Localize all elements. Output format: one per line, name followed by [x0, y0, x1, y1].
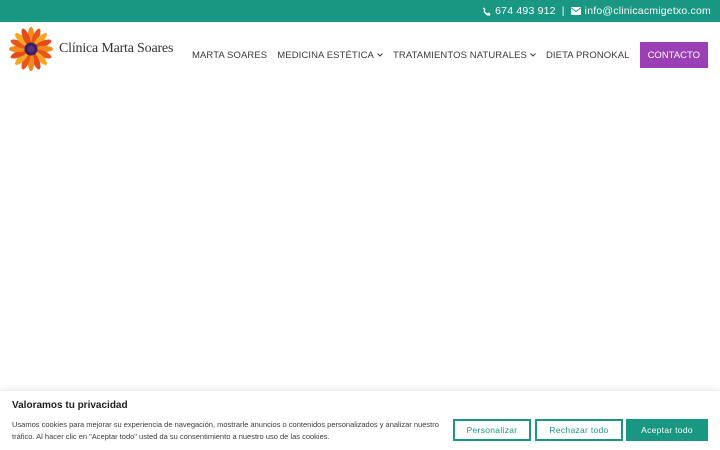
chevron-down-icon [377, 53, 383, 57]
cookie-title: Valoramos tu privacidad [12, 400, 128, 411]
envelope-icon [570, 7, 581, 15]
reject-all-button[interactable]: Rechazar todo [535, 419, 623, 441]
phone-icon [482, 7, 491, 16]
site-logo[interactable]: Clínica Marta Soares [7, 27, 173, 71]
nav-item-tratamientos-naturales[interactable]: TRATAMIENTOS NATURALES [393, 50, 536, 61]
nav-item-marta-soares[interactable]: MARTA SOARES [192, 50, 267, 61]
contact-button[interactable]: CONTACTO [639, 42, 708, 68]
cookie-banner: Valoramos tu privacidad Usamos cookies p… [0, 390, 720, 450]
top-contact-bar: 674 493 912 | info@clinicacmigetxo.com [0, 0, 720, 22]
nav-item-label: DIETA PRONOKAL [545, 49, 630, 61]
flower-icon [7, 27, 55, 71]
customize-cookies-button[interactable]: Personalizar [453, 419, 531, 441]
logo-text: Clínica Marta Soares [59, 41, 174, 56]
nav-item-medicina-estetica[interactable]: MEDICINA ESTÉTICA [277, 50, 383, 61]
nav-item-label: TRATAMIENTOS NATURALES [392, 49, 527, 61]
accept-all-button[interactable]: Aceptar todo [626, 419, 708, 441]
main-nav: MARTA SOARES MEDICINA ESTÉTICA TRATAMIEN… [182, 42, 708, 68]
cookie-description: Usamos cookies para mejorar su experienc… [12, 420, 439, 441]
topbar-separator: | [561, 5, 565, 17]
nav-item-dieta-pronokal[interactable]: DIETA PRONOKAL [546, 50, 630, 61]
main-content-area [0, 88, 720, 390]
site-header: Clínica Marta Soares MARTA SOARES MEDICI… [0, 22, 720, 88]
email-link[interactable]: info@clinicacmigetxo.com [585, 5, 711, 17]
chevron-down-icon [530, 53, 536, 57]
nav-item-label: MARTA SOARES [191, 49, 268, 61]
nav-item-label: MEDICINA ESTÉTICA [277, 49, 374, 61]
phone-number[interactable]: 674 493 912 [495, 5, 556, 17]
